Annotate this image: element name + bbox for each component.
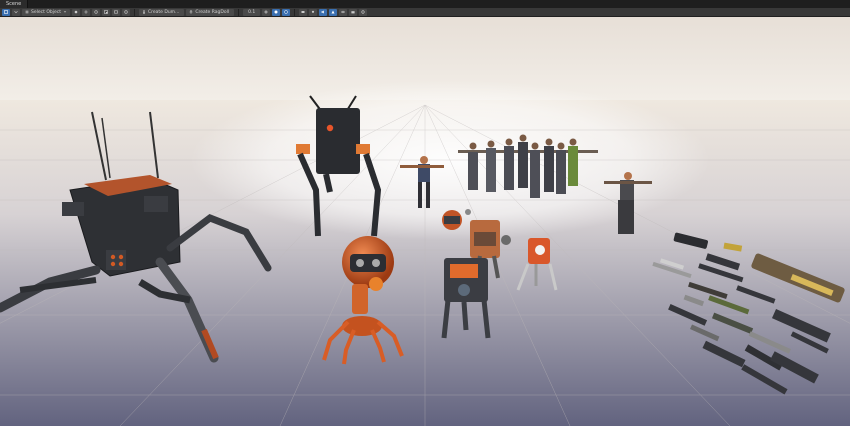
rotate-tool-button[interactable] (91, 8, 100, 16)
view-tool-button[interactable] (2, 8, 10, 16)
gizmo-icon (361, 10, 365, 14)
rotate-icon (94, 10, 98, 14)
create-ragdoll-button[interactable]: Create RagDoll (186, 8, 235, 16)
hand-icon (74, 10, 78, 14)
gizmos-button[interactable] (359, 8, 368, 16)
grid-icon (264, 10, 268, 14)
scale-tool-button[interactable] (101, 8, 110, 16)
create-dummy-label: Create Dum... (147, 9, 180, 15)
create-ragdoll-label: Create RagDoll (195, 9, 230, 15)
zoom-field[interactable]: 0.1 (243, 8, 261, 16)
camera-icon (351, 11, 355, 14)
effects-toggle-button[interactable] (329, 8, 338, 16)
audio-toggle-button[interactable] (319, 8, 328, 16)
light-icon (312, 10, 315, 13)
transform-tool-button[interactable] (121, 8, 130, 16)
toolbar-separator (294, 8, 296, 16)
render-mode-button[interactable] (282, 8, 291, 16)
sphere-icon (274, 10, 278, 14)
eye-icon (341, 10, 346, 14)
select-object-label: Select Object (31, 9, 61, 15)
2d-icon (301, 11, 305, 13)
create-dummy-button[interactable]: Create Dum... (138, 8, 185, 16)
scene-viewport[interactable] (0, 17, 850, 426)
scene-toolbar: Select Object Create Dum... Create RagDo… (0, 8, 850, 17)
camera-settings-button[interactable] (349, 8, 358, 16)
pan-tool-button[interactable] (71, 8, 80, 16)
tab-scene[interactable]: Scene (0, 0, 29, 8)
rect-tool-button[interactable] (111, 8, 120, 16)
toolbar-separator (238, 8, 240, 16)
window-titlebar: Scene (0, 0, 850, 8)
caret-down-icon (63, 11, 67, 13)
scale-icon (104, 10, 108, 14)
select-object-dropdown[interactable]: Select Object (22, 8, 70, 16)
lighting-toggle-button[interactable] (309, 8, 318, 16)
zoom-value: 0.1 (248, 9, 256, 15)
move-icon (84, 10, 88, 14)
tab-scene-label: Scene (6, 1, 22, 7)
shading-mode-button[interactable] (272, 8, 281, 16)
globe-icon (284, 10, 289, 14)
toggle-view-button[interactable] (12, 8, 20, 16)
toolbar-separator (133, 8, 135, 16)
2d-toggle-button[interactable] (299, 8, 308, 16)
speaker-icon (321, 10, 325, 14)
chevron-down-icon (14, 10, 18, 14)
rect-icon (114, 10, 118, 14)
snap-button[interactable] (262, 8, 271, 16)
effects-icon (331, 10, 335, 14)
hidden-objects-button[interactable] (339, 8, 348, 16)
hand-icon (4, 10, 8, 14)
transform-icon (124, 10, 128, 14)
move-tool-button[interactable] (81, 8, 90, 16)
